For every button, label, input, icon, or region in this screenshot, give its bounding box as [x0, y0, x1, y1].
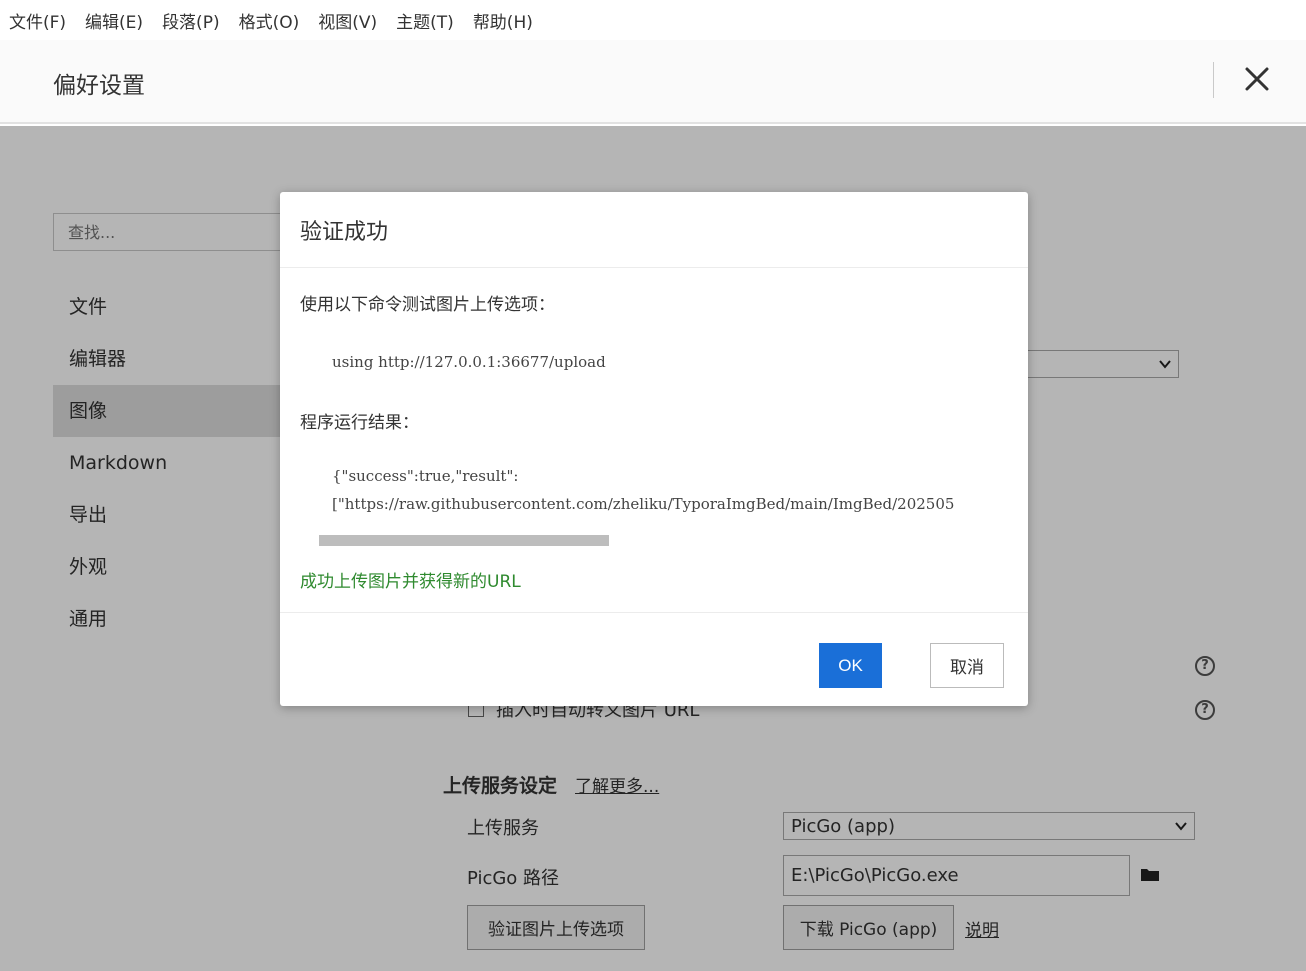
verify-success-dialog: 验证成功 使用以下命令测试图片上传选项： using http://127.0.…	[280, 192, 1028, 706]
menu-view[interactable]: 视图(V)	[318, 8, 377, 33]
result-line: ["https://raw.githubusercontent.com/zhel…	[332, 495, 955, 513]
horizontal-scrollbar[interactable]	[319, 535, 609, 546]
cancel-button[interactable]: 取消	[930, 643, 1004, 688]
test-command-label: 使用以下命令测试图片上传选项：	[300, 295, 555, 315]
dialog-title: 验证成功	[300, 219, 389, 245]
preferences-header: 偏好设置	[0, 40, 1306, 124]
dialog-header: 验证成功	[280, 192, 1028, 268]
page-title: 偏好设置	[53, 73, 145, 99]
result-label: 程序运行结果：	[300, 413, 419, 433]
menu-format[interactable]: 格式(O)	[239, 8, 300, 33]
close-icon[interactable]	[1240, 62, 1274, 96]
dialog-footer: OK 取消	[280, 612, 1028, 705]
test-command: using http://127.0.0.1:36677/upload	[332, 353, 606, 371]
menu-help[interactable]: 帮助(H)	[473, 8, 533, 33]
header-divider	[1213, 62, 1214, 98]
menu-paragraph[interactable]: 段落(P)	[162, 8, 220, 33]
result-output[interactable]: {"success":true,"result": ["https://raw.…	[332, 462, 1010, 518]
dialog-body: 使用以下命令测试图片上传选项： using http://127.0.0.1:3…	[280, 268, 1028, 612]
menu-bar: 文件(F) 编辑(E) 段落(P) 格式(O) 视图(V) 主题(T) 帮助(H…	[0, 0, 1306, 40]
menu-edit[interactable]: 编辑(E)	[85, 8, 143, 33]
result-line: {"success":true,"result":	[332, 467, 519, 485]
menu-file[interactable]: 文件(F)	[9, 8, 66, 33]
ok-button[interactable]: OK	[819, 643, 882, 688]
menu-theme[interactable]: 主题(T)	[396, 8, 454, 33]
success-message: 成功上传图片并获得新的URL	[300, 572, 521, 592]
